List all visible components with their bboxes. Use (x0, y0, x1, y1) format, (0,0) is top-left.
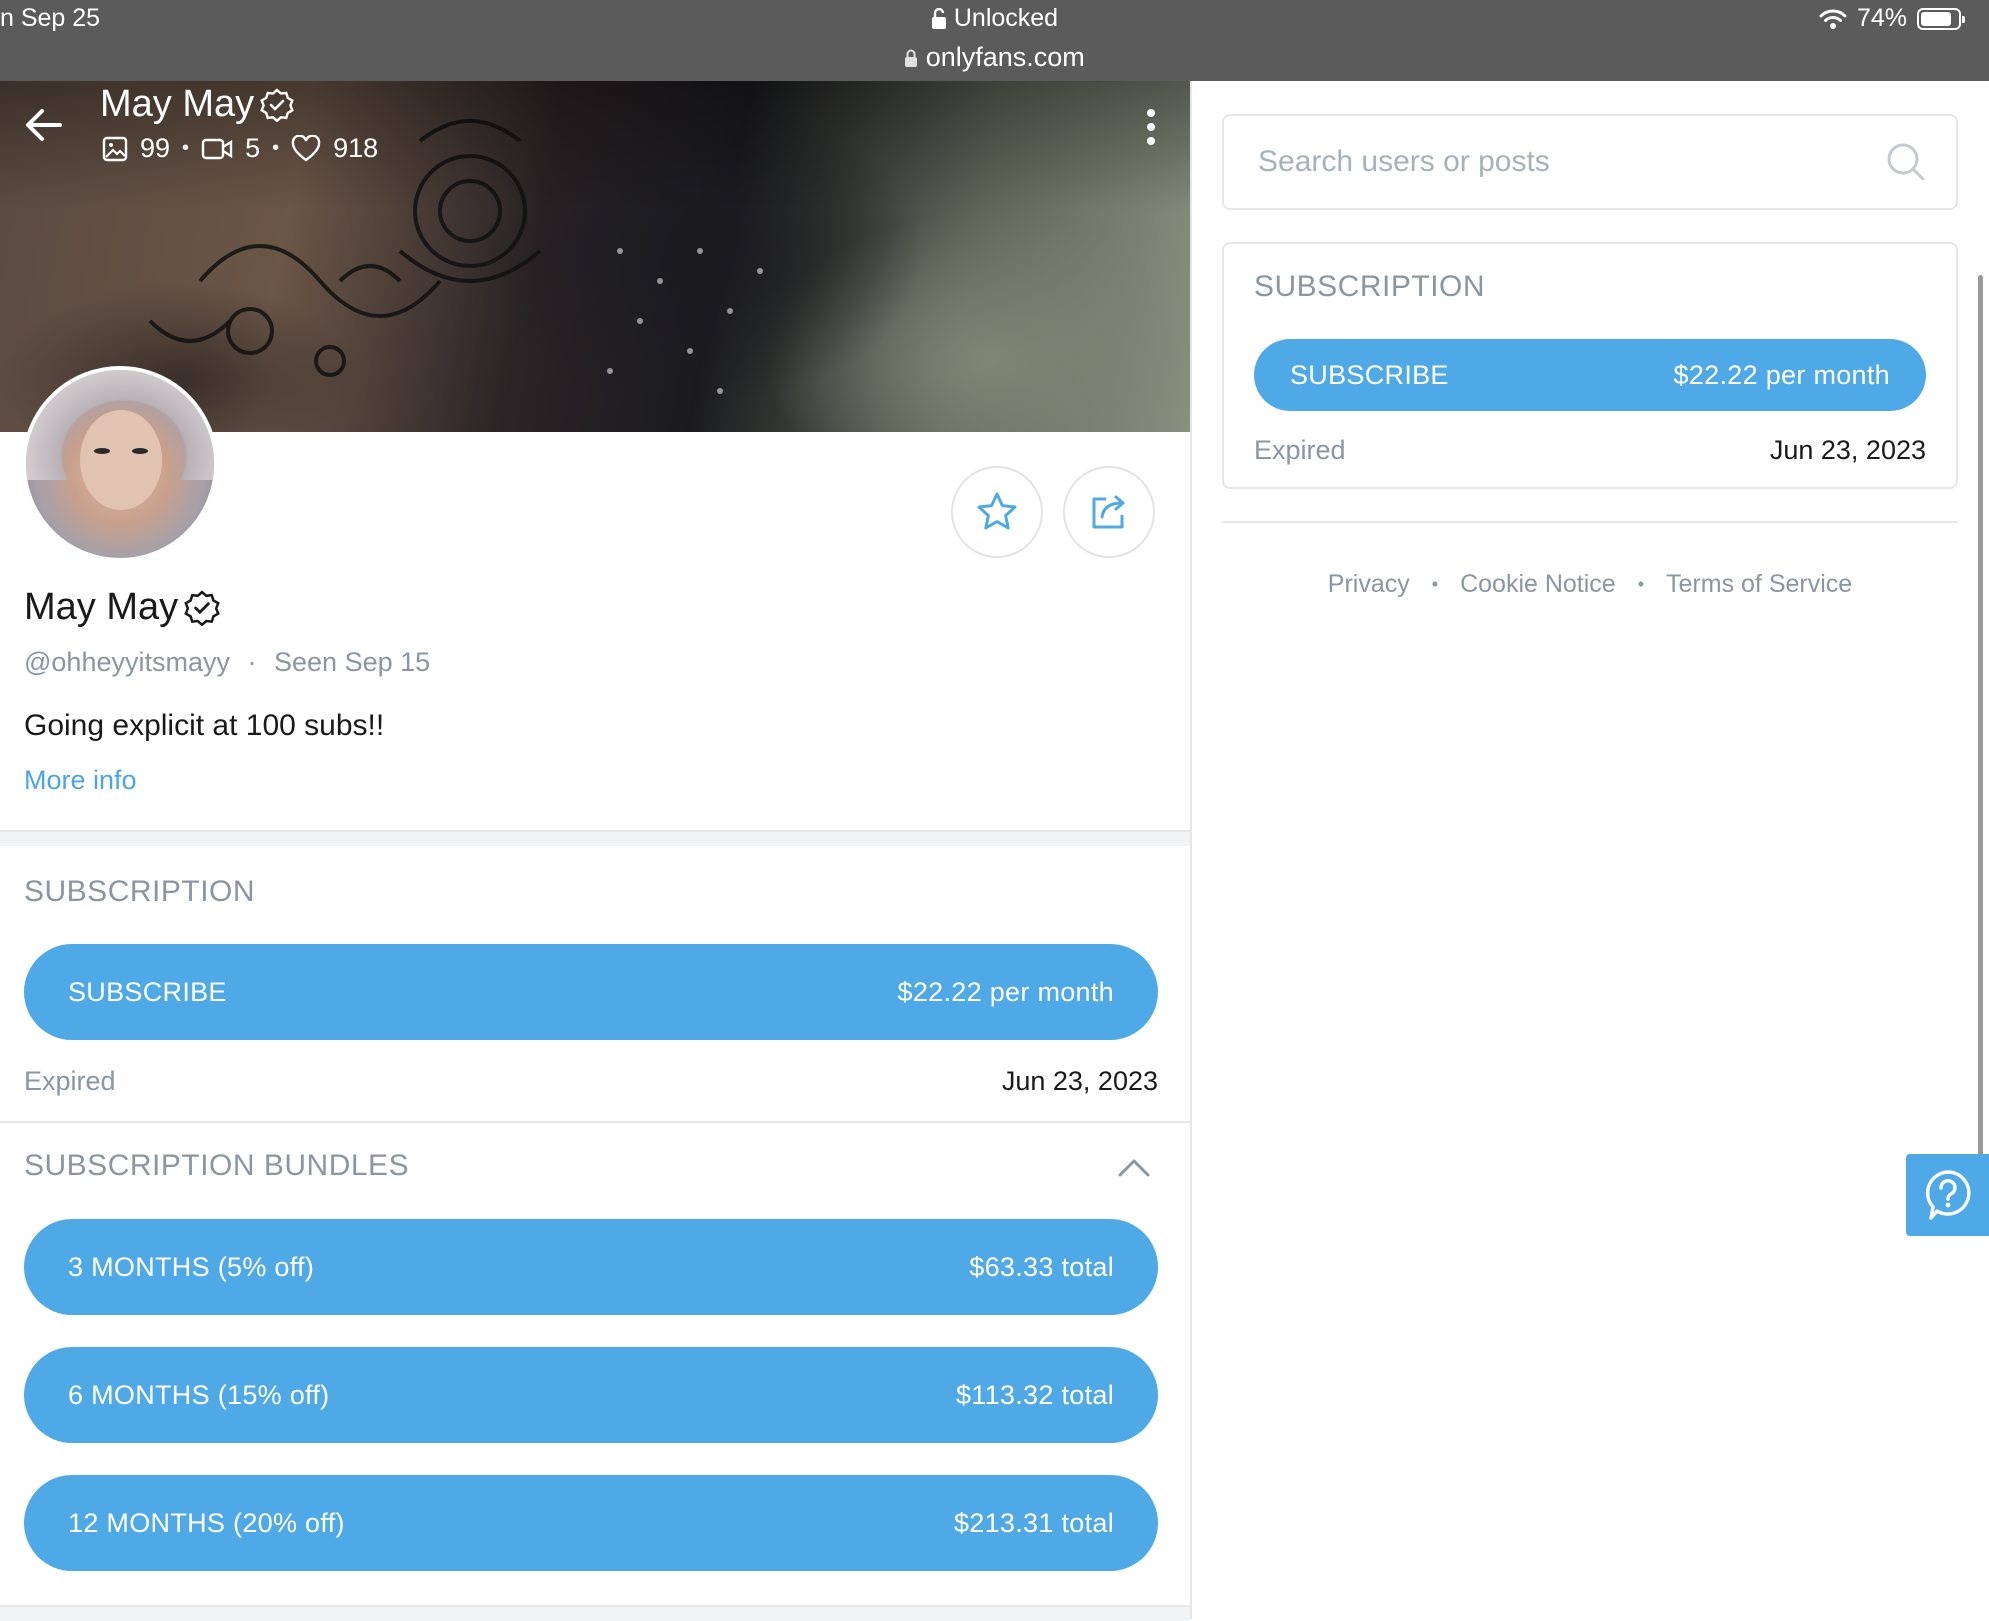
profile-handle: @ohheyyitsmayy (24, 647, 230, 677)
privacy-link[interactable]: Privacy (1328, 570, 1410, 599)
subscription-status-row: Expired Jun 23, 2023 (24, 1066, 1158, 1097)
lock-open-icon (931, 8, 946, 30)
sidebar-subscribe-button[interactable]: SUBSCRIBE $22.22 per month (1254, 339, 1926, 411)
image-icon (102, 136, 128, 161)
bundle-label: 12 MONTHS (20% off) (68, 1507, 345, 1538)
favorite-button[interactable] (951, 466, 1043, 558)
footer-links: Privacy • Cookie Notice • Terms of Servi… (1222, 570, 1958, 599)
terms-of-service-link[interactable]: Terms of Service (1666, 570, 1852, 599)
share-icon (1092, 495, 1125, 529)
bundle-3-months-button[interactable]: 3 MONTHS (5% off) $63.33 total (24, 1219, 1158, 1315)
sidebar-subscription-card: SUBSCRIPTION SUBSCRIBE $22.22 per month … (1222, 242, 1958, 489)
bundles-title: SUBSCRIPTION BUNDLES (24, 1149, 410, 1182)
sidebar-subscription-title: SUBSCRIPTION (1254, 270, 1486, 303)
url-text: onlyfans.com (925, 42, 1085, 72)
separator-dot: · (247, 647, 257, 677)
seen-date: Sep 15 (344, 647, 431, 677)
bundle-price: $213.31 total (953, 1507, 1114, 1538)
bundle-6-months-button[interactable]: 6 MONTHS (15% off) $113.32 total (24, 1347, 1158, 1443)
cookie-notice-link[interactable]: Cookie Notice (1460, 570, 1616, 599)
section-separator (0, 830, 1190, 846)
profile-meta: @ohheyyitsmayy · Seen Sep 15 (24, 647, 430, 678)
divider (0, 1121, 1190, 1123)
back-arrow-icon[interactable] (22, 103, 66, 147)
more-info-link[interactable]: More info (24, 765, 137, 796)
battery-icon (1917, 7, 1965, 30)
subscribe-label: SUBSCRIBE (68, 976, 227, 1007)
sidebar-divider (1222, 521, 1958, 523)
sidebar-subscribe-label: SUBSCRIBE (1290, 359, 1449, 390)
likes-count: 918 (333, 133, 379, 163)
header-stats: 99 • 5 • 918 (102, 133, 378, 164)
subscribe-price: $22.22 per month (897, 976, 1114, 1007)
share-button[interactable] (1063, 466, 1155, 558)
subscription-title: SUBSCRIPTION (24, 875, 256, 908)
video-icon (201, 138, 233, 159)
verified-badge-icon (184, 589, 220, 626)
status-label: Expired (24, 1066, 116, 1096)
videos-count: 5 (245, 133, 261, 163)
battery-percent: 74% (1856, 4, 1907, 32)
heart-icon (291, 134, 321, 161)
search-box[interactable] (1222, 114, 1958, 210)
separator-dot: • (182, 137, 190, 159)
status-right: 74% (1819, 4, 1965, 33)
lock-status-label: Unlocked (953, 4, 1059, 32)
star-icon (977, 492, 1017, 530)
chevron-up-icon[interactable] (1117, 1156, 1151, 1178)
header-title: May May (100, 83, 294, 126)
seen-label: Seen (274, 647, 338, 677)
more-options-icon[interactable] (1144, 107, 1158, 147)
separator-dot: • (1637, 574, 1645, 594)
sidebar-status-row: Expired Jun 23, 2023 (1254, 435, 1926, 466)
search-input[interactable] (1256, 144, 1860, 180)
header-name: May May (100, 83, 255, 125)
bundle-price: $113.32 total (955, 1379, 1114, 1410)
subscribe-button[interactable]: SUBSCRIBE $22.22 per month (24, 944, 1158, 1040)
sidebar-status-date: Jun 23, 2023 (1769, 435, 1926, 465)
bundle-label: 6 MONTHS (15% off) (68, 1379, 330, 1410)
profile-bio: Going explicit at 100 subs!! (24, 709, 385, 742)
wifi-icon (1819, 9, 1847, 29)
scrollbar[interactable] (1978, 275, 1983, 1185)
help-button[interactable] (1906, 1154, 1989, 1236)
profile-column: May May 99 • 5 • 918 May May @ohheyyitsm… (0, 81, 1192, 1621)
separator-dot: • (1431, 574, 1439, 594)
bundle-price: $63.33 total (969, 1251, 1114, 1282)
separator-dot: • (272, 137, 280, 159)
help-question-icon (1925, 1170, 1971, 1220)
photos-count: 99 (140, 133, 171, 163)
lock-icon (905, 49, 918, 68)
profile-name-text: May May (24, 586, 179, 628)
verified-badge-icon (260, 87, 294, 122)
url-display[interactable]: onlyfans.com (0, 42, 1989, 73)
profile-name: May May (24, 586, 220, 629)
bundle-12-months-button[interactable]: 12 MONTHS (20% off) $213.31 total (24, 1475, 1158, 1571)
avatar[interactable] (22, 366, 218, 562)
status-date: Jun 23, 2023 (1001, 1066, 1158, 1096)
sidebar-subscribe-price: $22.22 per month (1673, 359, 1890, 390)
bundle-label: 3 MONTHS (5% off) (68, 1251, 315, 1282)
search-icon[interactable] (1886, 142, 1926, 182)
status-bar: n Sep 25 Unlocked onlyfans.com 74% (0, 0, 1989, 81)
sidebar-status-label: Expired (1254, 435, 1346, 465)
lock-status: Unlocked (0, 4, 1989, 33)
